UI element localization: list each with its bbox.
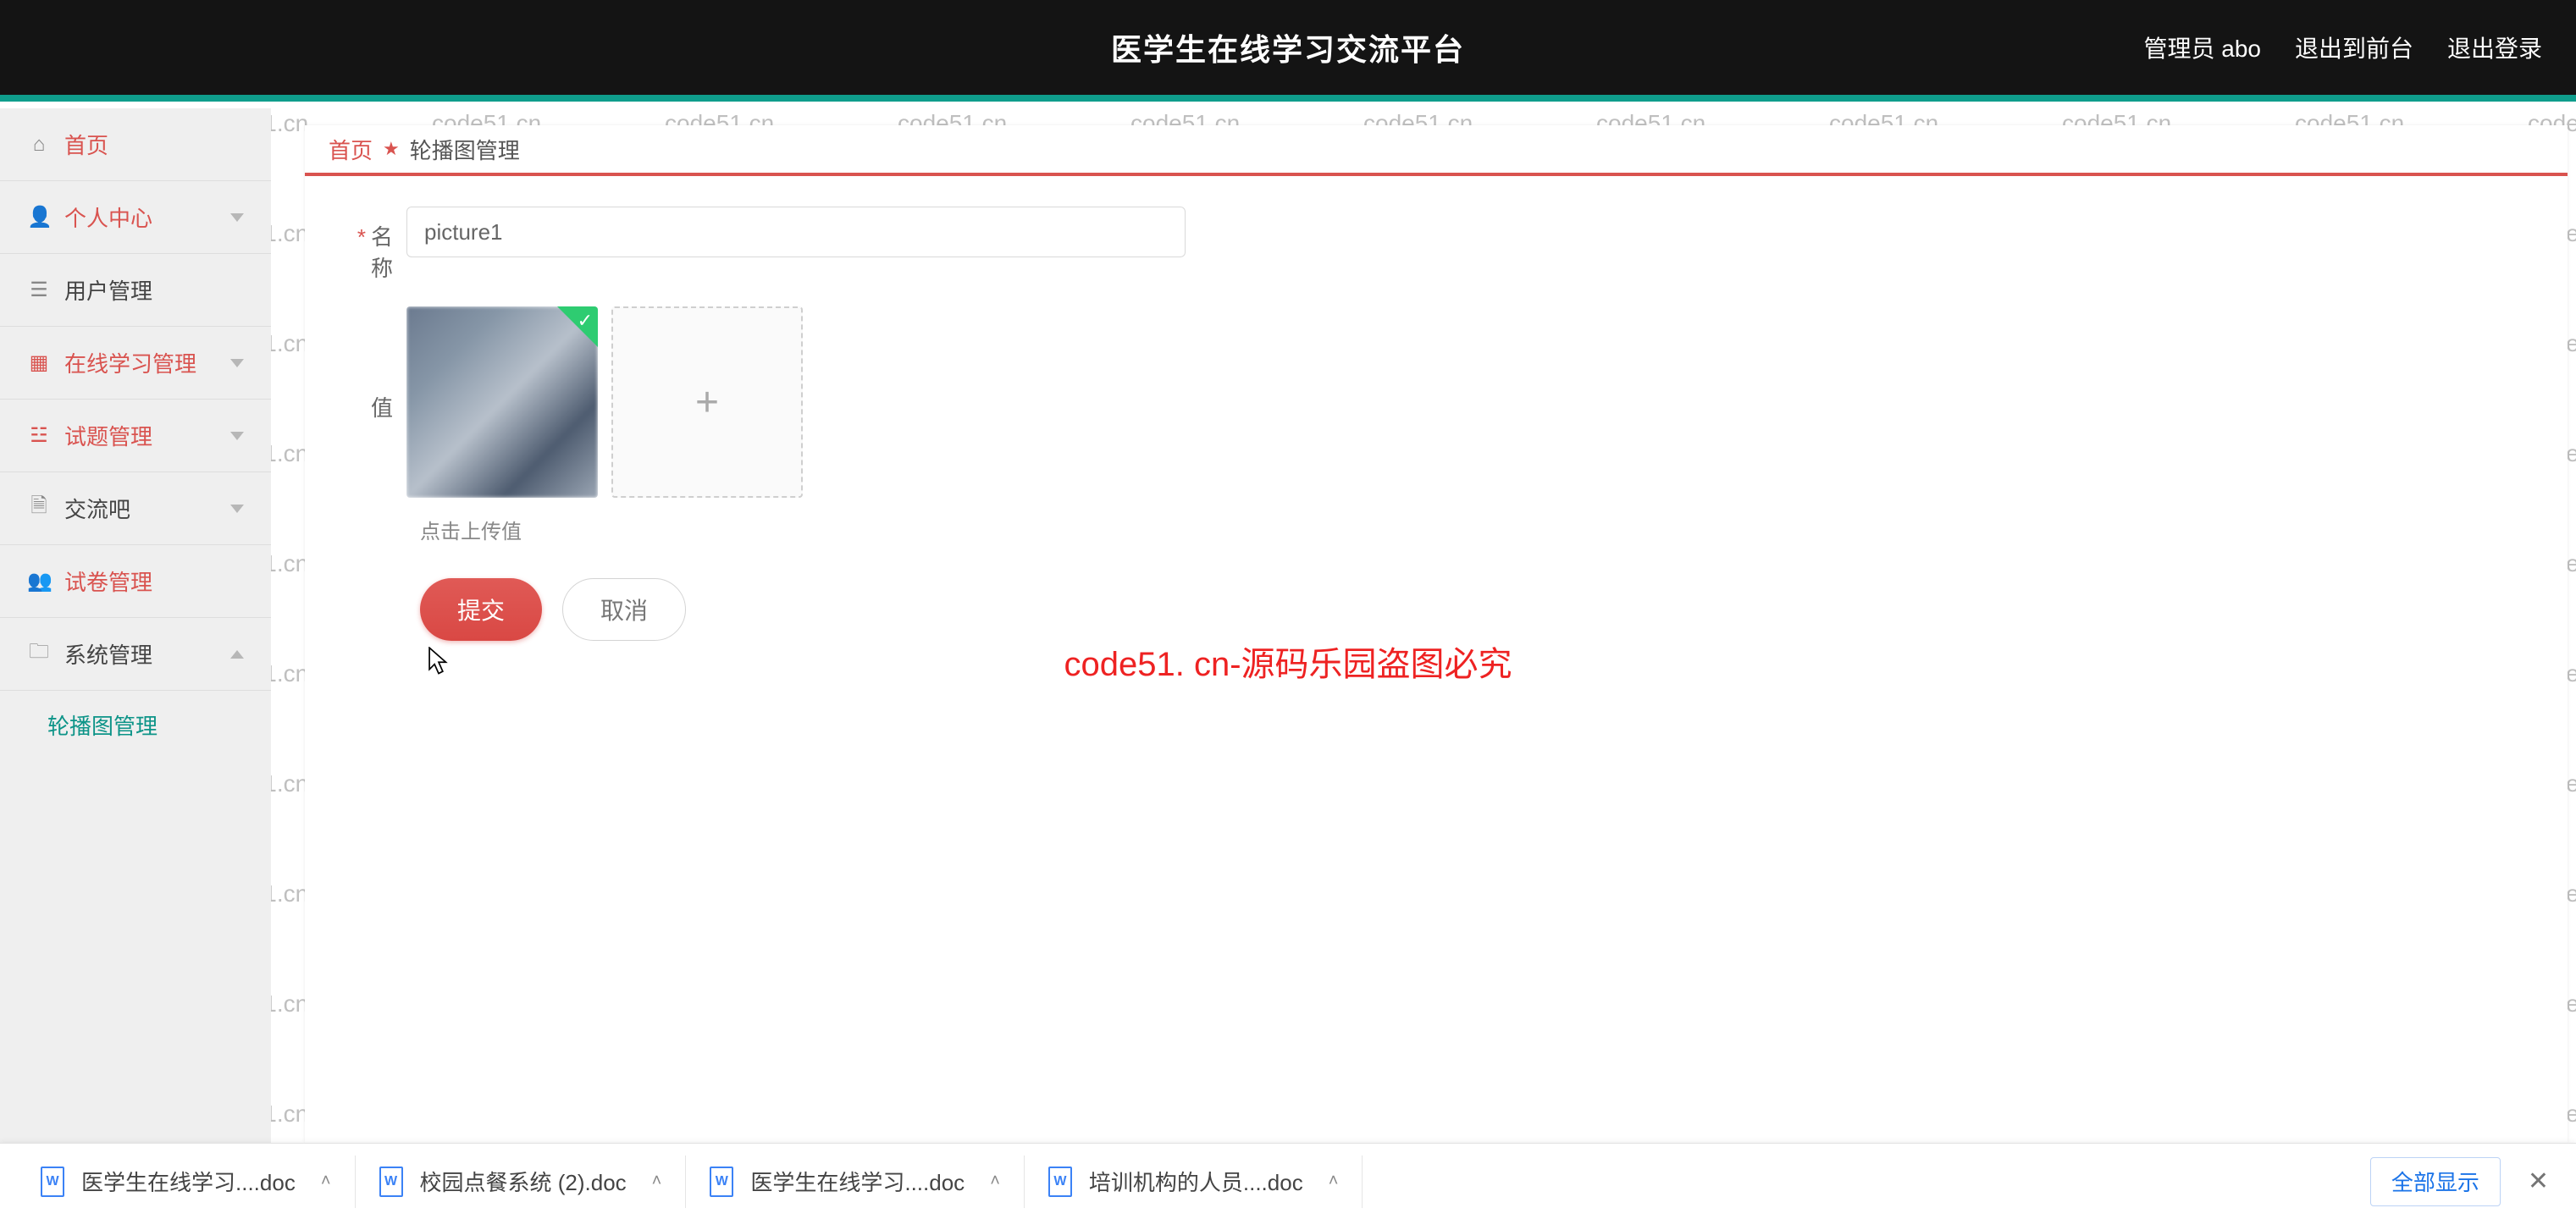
sidebar-item-label: 个人中心 [64,201,152,233]
form: *名称 值 ✓ + [305,176,2568,671]
word-file-icon [379,1167,403,1197]
sidebar-item-label: 试题管理 [64,420,152,451]
chevron-down-icon [230,213,244,222]
name-input[interactable] [406,207,1186,257]
sidebar-item-label: 系统管理 [64,638,152,670]
admin-label[interactable]: 管理员 abo [2143,30,2261,64]
breadcrumb-separator-icon: ★ [383,138,400,160]
sidebar-item-users[interactable]: ☰ 用户管理 [0,254,271,327]
app-title: 医学生在线学习交流平台 [1111,25,1465,69]
form-label-name: *名称 [339,207,406,283]
download-item[interactable]: 培训机构的人员....doc ˄ [1025,1156,1363,1208]
download-label: 培训机构的人员....doc [1089,1166,1303,1197]
main-watermark: code51. cn-源码乐园盗图必究 [1064,637,1512,686]
list-icon: ☰ [27,278,51,302]
word-file-icon [710,1167,733,1197]
check-icon: ✓ [578,310,593,332]
download-label: 医学生在线学习....doc [81,1166,296,1197]
upload-add-box[interactable]: + [611,306,803,498]
grid-icon: ▦ [27,350,51,375]
breadcrumb: 首页 ★ 轮播图管理 [305,125,2568,176]
download-item[interactable]: 医学生在线学习....doc ˄ [17,1156,356,1208]
word-file-icon [41,1167,64,1197]
download-label: 校园点餐系统 (2).doc [420,1166,627,1197]
back-to-front-link[interactable]: 退出到前台 [2295,30,2413,64]
download-item[interactable]: 医学生在线学习....doc ˄ [686,1156,1025,1208]
content-panel: 首页 ★ 轮播图管理 *名称 值 [305,125,2568,1143]
download-label: 医学生在线学习....doc [750,1166,965,1197]
show-all-button[interactable]: 全部显示 [2370,1157,2501,1206]
person-icon: 👥 [27,569,51,593]
sidebar: ⌂ 首页 👤 个人中心 ☰ 用户管理 ▦ 在线学习管理 ☳ 试题管理 🗎 交流吧 [0,108,271,1143]
cancel-button[interactable]: 取消 [562,578,686,641]
chevron-down-icon [230,359,244,367]
chevron-up-icon: ˄ [1329,1172,1339,1191]
sidebar-item-label: 首页 [64,129,108,160]
clip-icon: 🗎 [27,491,51,526]
chevron-up-icon: ˄ [990,1172,1000,1191]
plus-icon: + [695,379,719,426]
sidebar-item-papers[interactable]: 👥 试卷管理 [0,545,271,618]
download-bar: 医学生在线学习....doc ˄ 校园点餐系统 (2).doc ˄ 医学生在线学… [0,1143,2576,1219]
user-icon: 👤 [27,205,51,229]
chevron-up-icon: ˄ [652,1172,662,1191]
chevron-up-icon [230,650,244,659]
sidebar-item-learning[interactable]: ▦ 在线学习管理 [0,327,271,400]
submit-button[interactable]: 提交 [420,578,542,641]
home-icon: ⌂ [27,133,51,157]
upload-hint: 点击上传值 [420,515,2534,544]
logout-link[interactable]: 退出登录 [2447,30,2542,64]
sidebar-item-questions[interactable]: ☳ 试题管理 [0,400,271,472]
form-row-name: *名称 [339,207,2534,283]
folder-icon: 🗀 [27,637,51,671]
breadcrumb-home[interactable]: 首页 [329,134,373,165]
sidebar-subitem-label: 轮播图管理 [47,709,158,741]
form-label-value: 值 [339,306,406,422]
chevron-down-icon [230,432,244,440]
sidebar-subitem-carousel[interactable]: 轮播图管理 [0,691,271,758]
word-file-icon [1048,1167,1072,1197]
sidebar-item-system[interactable]: 🗀 系统管理 [0,618,271,691]
breadcrumb-current: 轮播图管理 [410,134,520,165]
chevron-down-icon [230,505,244,513]
sidebar-item-label: 在线学习管理 [64,347,196,378]
sidebar-item-label: 交流吧 [64,493,130,524]
sidebar-item-label: 试卷管理 [64,565,152,597]
sidebar-item-label: 用户管理 [64,274,152,306]
close-icon[interactable]: ✕ [2521,1167,2556,1196]
chevron-up-icon: ˄ [321,1172,331,1191]
button-row: 提交 取消 [420,578,2534,641]
sidebar-item-profile[interactable]: 👤 个人中心 [0,181,271,254]
required-mark: * [357,224,366,250]
form-row-value: 值 ✓ + [339,306,2534,498]
topbar-right: 管理员 abo 退出到前台 退出登录 [2143,0,2542,95]
download-item[interactable]: 校园点餐系统 (2).doc ˄ [356,1156,687,1208]
lines-icon: ☳ [27,423,51,448]
sidebar-item-forum[interactable]: 🗎 交流吧 [0,472,271,545]
topbar: 医学生在线学习交流平台 管理员 abo 退出到前台 退出登录 [0,0,2576,102]
sidebar-item-home[interactable]: ⌂ 首页 [0,108,271,181]
uploaded-thumbnail[interactable]: ✓ [406,306,598,498]
